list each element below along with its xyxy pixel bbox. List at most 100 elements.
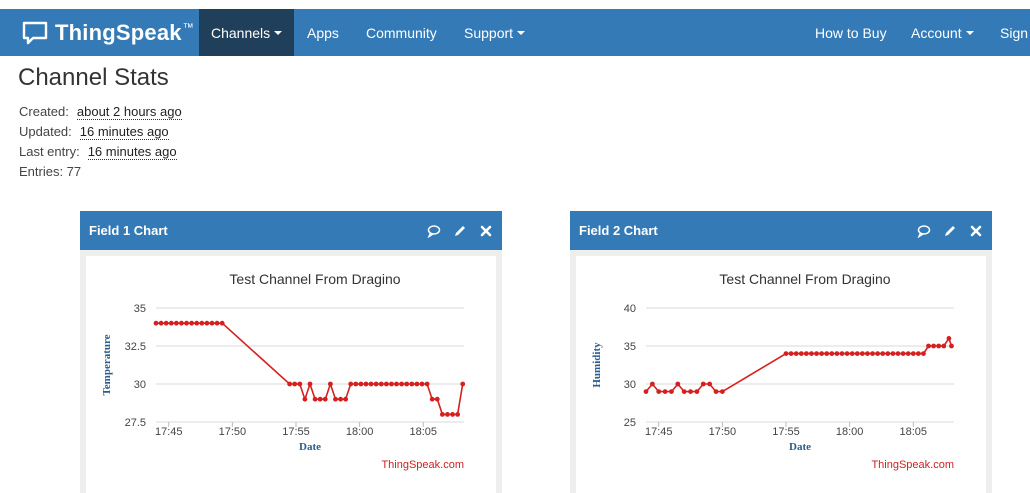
data-point bbox=[333, 396, 338, 402]
data-point bbox=[915, 351, 921, 356]
field-1-line-chart[interactable]: Test Channel From Dragino 27.5 30 32.5 35 17:… bbox=[86, 256, 496, 493]
chart-title: Test Channel From Dragino bbox=[229, 271, 400, 287]
data-point bbox=[297, 381, 303, 387]
x-tick-label: 17:50 bbox=[219, 426, 247, 438]
pencil-icon[interactable] bbox=[942, 223, 958, 239]
y-tick-label: 35 bbox=[624, 341, 636, 353]
data-point bbox=[798, 351, 804, 356]
stat-updated-value: 16 minutes ago bbox=[79, 124, 169, 140]
data-point bbox=[910, 351, 916, 356]
y-tick-label: 32.5 bbox=[125, 341, 146, 353]
data-point bbox=[865, 351, 870, 356]
panel-tools bbox=[416, 211, 494, 250]
brand-trademark: ™ bbox=[182, 22, 194, 34]
brand-name: ThingSpeak bbox=[55, 20, 182, 45]
data-point bbox=[302, 396, 308, 402]
data-point bbox=[839, 351, 845, 356]
nav-community[interactable]: Community bbox=[366, 9, 437, 56]
data-point bbox=[803, 351, 809, 356]
nav-support[interactable]: Support bbox=[464, 9, 526, 56]
data-point bbox=[880, 351, 886, 356]
data-point bbox=[849, 351, 855, 356]
data-point bbox=[649, 381, 655, 387]
data-point bbox=[409, 381, 415, 387]
comment-icon[interactable] bbox=[426, 223, 442, 239]
chevron-down-icon bbox=[274, 30, 283, 35]
data-point bbox=[814, 351, 819, 356]
field-1-chart-panel: Field 1 Chart Test Channel From Dragino 2… bbox=[80, 211, 502, 493]
data-point bbox=[292, 381, 298, 387]
data-point bbox=[312, 396, 318, 402]
data-point bbox=[859, 351, 865, 356]
data-point bbox=[643, 389, 649, 394]
data-point bbox=[358, 381, 364, 387]
data-point bbox=[681, 389, 687, 394]
stat-last-entry-value: 16 minutes ago bbox=[87, 144, 177, 160]
data-point bbox=[378, 381, 384, 387]
x-tick-label: 17:45 bbox=[155, 426, 183, 438]
data-point bbox=[824, 351, 830, 356]
chat-bubble-icon bbox=[22, 21, 48, 45]
x-tick-label: 18:05 bbox=[410, 426, 438, 438]
data-point bbox=[389, 381, 394, 387]
field-2-line-chart[interactable]: Test Channel From Dragino 25 30 35 40 17:45 17… bbox=[576, 256, 986, 493]
data-point bbox=[662, 389, 668, 394]
data-point bbox=[394, 381, 399, 387]
data-point bbox=[713, 389, 719, 394]
data-point bbox=[445, 412, 450, 417]
data-point bbox=[809, 351, 814, 356]
data-point bbox=[179, 320, 184, 326]
nav-how-to-buy[interactable]: How to Buy bbox=[815, 9, 887, 56]
x-axis-label: Date bbox=[299, 441, 321, 453]
data-point bbox=[163, 320, 169, 326]
data-point bbox=[829, 351, 835, 356]
data-point bbox=[322, 396, 328, 402]
stat-updated-label: Updated: bbox=[19, 124, 72, 139]
nav-channels[interactable]: Channels bbox=[199, 9, 294, 56]
data-point bbox=[439, 412, 445, 417]
data-point bbox=[434, 396, 440, 402]
nav-account[interactable]: Account bbox=[911, 9, 974, 56]
data-point bbox=[414, 381, 420, 387]
chart-area: Test Channel From Dragino 25 30 35 40 17:45 17… bbox=[576, 256, 986, 493]
stat-updated: Updated: 16 minutes ago bbox=[19, 124, 169, 140]
data-point bbox=[895, 351, 901, 356]
panel-tools bbox=[906, 211, 984, 250]
data-point bbox=[946, 336, 952, 341]
chevron-down-icon bbox=[517, 30, 526, 35]
close-icon[interactable] bbox=[968, 223, 984, 239]
data-point bbox=[317, 396, 323, 402]
data-point bbox=[675, 381, 681, 387]
x-tick-label: 17:45 bbox=[645, 426, 673, 438]
y-tick-label: 30 bbox=[134, 379, 146, 391]
data-point bbox=[890, 351, 896, 356]
data-point bbox=[404, 381, 410, 387]
y-tick-label: 30 bbox=[624, 379, 636, 391]
stat-created-value: about 2 hours ago bbox=[76, 104, 182, 120]
data-point bbox=[399, 381, 405, 387]
brand-logo[interactable]: ThingSpeak ™ bbox=[21, 18, 194, 48]
y-tick-label: 35 bbox=[134, 303, 146, 315]
data-point bbox=[870, 351, 875, 356]
data-point bbox=[941, 343, 947, 349]
chart-area: Test Channel From Dragino 27.5 30 32.5 35 17:… bbox=[86, 256, 496, 493]
field-2-chart-panel: Field 2 Chart Test Channel From Dragino 2… bbox=[570, 211, 992, 493]
data-point bbox=[287, 381, 293, 387]
nav-apps[interactable]: Apps bbox=[307, 9, 339, 56]
data-point bbox=[455, 412, 461, 417]
data-point bbox=[168, 320, 174, 326]
pencil-icon[interactable] bbox=[452, 223, 468, 239]
x-tick-label: 17:55 bbox=[282, 426, 310, 438]
data-point bbox=[450, 412, 455, 417]
data-point bbox=[348, 381, 354, 387]
data-point bbox=[204, 320, 210, 326]
close-icon[interactable] bbox=[478, 223, 494, 239]
data-point bbox=[844, 351, 850, 356]
data-point bbox=[214, 320, 220, 326]
data-point bbox=[158, 320, 164, 326]
x-axis-label: Date bbox=[789, 441, 811, 453]
comment-icon[interactable] bbox=[916, 223, 932, 239]
panel-header: Field 1 Chart bbox=[80, 211, 502, 250]
nav-sign[interactable]: Sign bbox=[1000, 9, 1028, 56]
data-point bbox=[819, 351, 825, 356]
